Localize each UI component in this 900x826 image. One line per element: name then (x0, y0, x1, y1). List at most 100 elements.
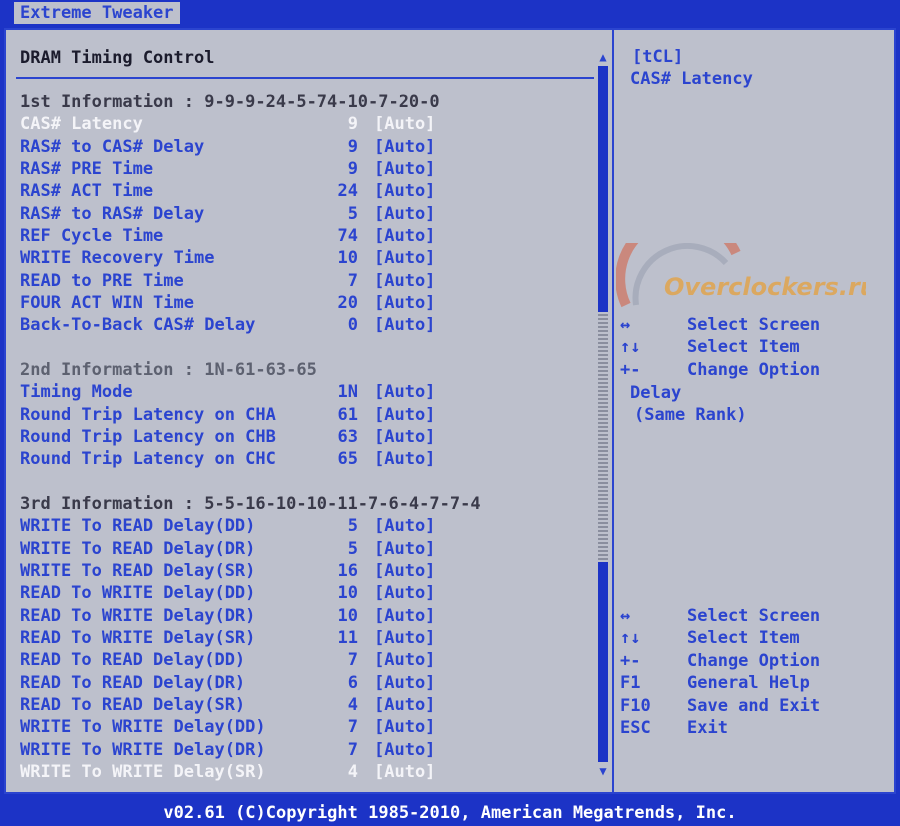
setting-row[interactable]: RAS# ACT Time 24 [Auto] (20, 180, 595, 202)
setting-row[interactable]: WRITE To WRITE Delay(DD) 7 [Auto] (20, 716, 595, 738)
setting-current-value: 4 (347, 762, 358, 782)
setting-option[interactable]: [Auto] (374, 180, 435, 202)
setting-option[interactable]: [Auto] (374, 627, 435, 649)
setting-row[interactable]: Round Trip Latency on CHC 65 [Auto] (20, 448, 595, 470)
setting-row[interactable]: READ To WRITE Delay(DR) 10 [Auto] (20, 605, 595, 627)
setting-row[interactable]: READ To READ Delay(DD) 7 [Auto] (20, 649, 595, 671)
key-name: F1 (620, 673, 641, 693)
key-description: Select Item (687, 337, 800, 357)
setting-row[interactable]: WRITE To READ Delay(DR) 5 [Auto] (20, 538, 595, 560)
key-description: Save and Exit (687, 696, 821, 716)
panel-divider (612, 28, 614, 794)
setting-row[interactable]: RAS# to CAS# Delay 9 [Auto] (20, 136, 595, 158)
help-ghost-line-2: (Same Rank) (634, 405, 747, 425)
setting-option[interactable]: [Auto] (374, 158, 435, 180)
setting-row[interactable]: READ to PRE Time 7 [Auto] (20, 270, 595, 292)
setting-row[interactable]: CAS# Latency 9 [Auto] (20, 113, 595, 135)
setting-row[interactable]: REF Cycle Time 74 [Auto] (20, 225, 595, 247)
setting-option[interactable]: [Auto] (374, 426, 435, 448)
setting-row[interactable]: READ To WRITE Delay(DD) 10 [Auto] (20, 582, 595, 604)
setting-option[interactable]: [Auto] (374, 716, 435, 738)
setting-option[interactable]: [Auto] (374, 270, 435, 292)
setting-option[interactable]: [Auto] (374, 113, 435, 135)
setting-label: Back-To-Back CAS# Delay (20, 315, 256, 335)
setting-option[interactable]: [Auto] (374, 381, 435, 403)
setting-current-value: 5 (347, 516, 358, 536)
setting-current-value: 7 (347, 650, 358, 670)
setting-option[interactable]: [Auto] (374, 136, 435, 158)
setting-row[interactable]: RAS# PRE Time 9 [Auto] (20, 158, 595, 180)
setting-current-value: 9 (347, 137, 358, 157)
setting-row[interactable]: READ To READ Delay(SR) 4 [Auto] (20, 694, 595, 716)
setting-row[interactable]: Timing Mode 1N [Auto] (20, 381, 595, 403)
setting-option[interactable]: [Auto] (374, 538, 435, 560)
setting-row[interactable]: READ To WRITE Delay(SR) 11 [Auto] (20, 627, 595, 649)
setting-label: RAS# to RAS# Delay (20, 204, 205, 224)
setting-option[interactable]: [Auto] (374, 649, 435, 671)
scroll-down-arrow-icon[interactable]: ▼ (597, 764, 609, 778)
setting-option[interactable]: [Auto] (374, 225, 435, 247)
setting-row[interactable]: Round Trip Latency on CHA 61 [Auto] (20, 404, 595, 426)
setting-row[interactable]: WRITE To READ Delay(SR) 16 [Auto] (20, 560, 595, 582)
setting-option[interactable]: [Auto] (374, 292, 435, 314)
setting-label: WRITE To WRITE Delay(DR) (20, 740, 266, 760)
setting-row[interactable]: Back-To-Back CAS# Delay 0 [Auto] (20, 314, 595, 336)
key-description: Change Option (687, 651, 821, 671)
info-header: 3rd Information : 5-5-16-10-10-11-7-6-4-… (20, 493, 595, 515)
key-description: Change Option (687, 360, 821, 380)
setting-option[interactable]: [Auto] (374, 739, 435, 761)
setting-row[interactable]: Round Trip Latency on CHB 63 [Auto] (20, 426, 595, 448)
setting-current-value: 1N (337, 382, 358, 402)
setting-option[interactable]: [Auto] (374, 404, 435, 426)
setting-option[interactable]: [Auto] (374, 582, 435, 604)
setting-option[interactable]: [Auto] (374, 515, 435, 537)
setting-row[interactable]: WRITE To WRITE Delay(SR) 4 [Auto] (20, 761, 595, 783)
scrollbar[interactable]: ▲ ▼ (597, 50, 609, 780)
setting-option[interactable]: [Auto] (374, 761, 435, 783)
info-text: 1st Information : 9-9-9-24-5-74-10-7-20-… (20, 92, 440, 112)
setting-row[interactable]: FOUR ACT WIN Time 20 [Auto] (20, 292, 595, 314)
setting-current-value: 5 (347, 204, 358, 224)
setting-current-value: 65 (337, 449, 358, 469)
setting-current-value: 10 (337, 606, 358, 626)
help-ghost-line-1: Delay (630, 383, 682, 403)
setting-label: WRITE To READ Delay(DD) (20, 516, 256, 536)
setting-option[interactable]: [Auto] (374, 247, 435, 269)
setting-label: READ To READ Delay(DR) (20, 673, 246, 693)
setting-current-value: 0 (347, 315, 358, 335)
setting-current-value: 6 (347, 673, 358, 693)
setting-option[interactable]: [Auto] (374, 694, 435, 716)
setting-current-value: 9 (347, 159, 358, 179)
setting-option[interactable]: [Auto] (374, 203, 435, 225)
setting-label: RAS# to CAS# Delay (20, 137, 205, 157)
key-name: +- (620, 651, 641, 671)
info-header: 2nd Information : 1N-61-63-65 (20, 359, 595, 381)
tab-extreme-tweaker[interactable]: Extreme Tweaker (14, 2, 180, 24)
key-name: ESC (620, 718, 651, 738)
setting-option[interactable]: [Auto] (374, 605, 435, 627)
setting-option[interactable]: [Auto] (374, 672, 435, 694)
setting-option[interactable]: [Auto] (374, 448, 435, 470)
setting-row[interactable]: WRITE Recovery Time 10 [Auto] (20, 247, 595, 269)
setting-label: WRITE To READ Delay(DR) (20, 539, 256, 559)
setting-option[interactable]: [Auto] (374, 560, 435, 582)
setting-label: Round Trip Latency on CHB (20, 427, 276, 447)
setting-label: CAS# Latency (20, 114, 143, 134)
setting-row[interactable]: READ To READ Delay(DR) 6 [Auto] (20, 672, 595, 694)
setting-row[interactable]: WRITE To WRITE Delay(DR) 7 [Auto] (20, 739, 595, 761)
setting-label: RAS# ACT Time (20, 181, 154, 201)
setting-label: FOUR ACT WIN Time (20, 293, 194, 313)
key-description: Exit (687, 718, 728, 738)
setting-current-value: 20 (337, 293, 358, 313)
scroll-up-arrow-icon[interactable]: ▲ (597, 50, 609, 64)
setting-row[interactable]: RAS# to RAS# Delay 5 [Auto] (20, 203, 595, 225)
setting-option[interactable]: [Auto] (374, 314, 435, 336)
setting-label: READ To READ Delay(DD) (20, 650, 246, 670)
setting-current-value: 63 (337, 427, 358, 447)
key-name: ↑↓ (620, 337, 641, 357)
scroll-thumb[interactable] (598, 312, 608, 562)
setting-current-value: 10 (337, 248, 358, 268)
setting-row[interactable]: WRITE To READ Delay(DD) 5 [Auto] (20, 515, 595, 537)
setting-label: READ to PRE Time (20, 271, 184, 291)
watermark-logo: Overclockers.ru (616, 243, 866, 308)
